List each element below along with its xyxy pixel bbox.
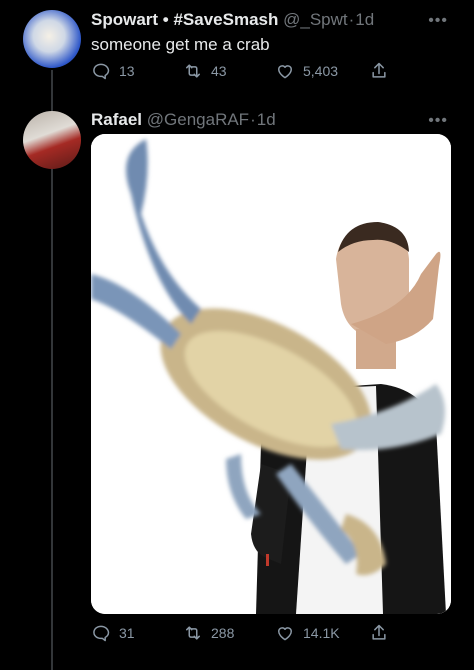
reply-button[interactable]: 13 xyxy=(91,61,135,81)
display-name[interactable]: Spowart • #SaveSmash xyxy=(91,10,278,29)
tweet-header: Rafael @GengaRAF·1d xyxy=(91,110,276,130)
retweet-button[interactable]: 43 xyxy=(183,61,227,81)
like-button[interactable]: 5,403 xyxy=(275,61,338,81)
reply-count: 13 xyxy=(119,63,135,79)
like-button[interactable]: 14.1K xyxy=(275,623,340,643)
handle[interactable]: @_Spwt xyxy=(283,10,348,29)
handle[interactable]: @GengaRAF xyxy=(147,110,249,129)
display-name[interactable]: Rafael xyxy=(91,110,142,129)
like-count: 14.1K xyxy=(303,625,340,641)
more-options-button[interactable]: ••• xyxy=(428,12,448,30)
more-options-button[interactable]: ••• xyxy=(428,112,448,130)
retweet-icon xyxy=(186,626,200,640)
tweet-actions: 13 43 5,403 xyxy=(91,61,391,83)
share-icon xyxy=(372,62,386,78)
heart-icon xyxy=(278,65,292,79)
retweet-icon xyxy=(186,64,200,78)
media-illustration xyxy=(91,134,451,614)
tweet-actions: 31 288 14.1K xyxy=(91,623,391,645)
retweet-count: 288 xyxy=(211,625,235,641)
reply-button[interactable]: 31 xyxy=(91,623,135,643)
reply-icon xyxy=(93,63,110,80)
timestamp[interactable]: 1d xyxy=(355,10,374,29)
tweet-header: Spowart • #SaveSmash @_Spwt·1d xyxy=(91,10,374,30)
timestamp[interactable]: 1d xyxy=(257,110,276,129)
tweet-media-image[interactable] xyxy=(91,134,451,614)
avatar[interactable] xyxy=(23,111,81,169)
like-count: 5,403 xyxy=(303,63,339,79)
tweet-text: someone get me a crab xyxy=(91,35,270,54)
share-icon xyxy=(372,624,386,640)
share-button[interactable] xyxy=(369,61,389,81)
heart-icon xyxy=(278,627,292,641)
share-button[interactable] xyxy=(369,623,389,643)
separator: · xyxy=(250,110,256,129)
separator: · xyxy=(348,10,355,29)
reply-icon xyxy=(93,625,110,642)
retweet-button[interactable]: 288 xyxy=(183,623,234,643)
retweet-count: 43 xyxy=(211,63,227,79)
reply-count: 31 xyxy=(119,625,135,641)
avatar[interactable] xyxy=(23,10,81,68)
